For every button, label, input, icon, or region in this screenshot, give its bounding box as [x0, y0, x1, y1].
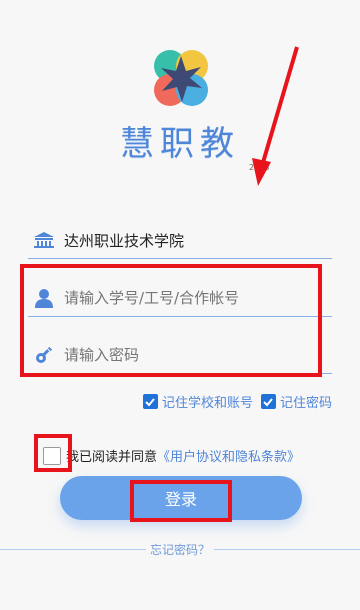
remember-password-checkbox[interactable] — [260, 394, 276, 409]
version-label: 2.0.8 — [249, 163, 270, 172]
forgot-password-row: 忘记密码？ — [0, 541, 360, 558]
forgot-password-link[interactable]: 忘记密码？ — [145, 543, 214, 557]
agreement-link[interactable]: 《用户协议和隐私条款》 — [157, 446, 300, 465]
school-name: 达州职业技术学院 — [64, 231, 185, 250]
username-input[interactable] — [64, 289, 314, 307]
checkmark-icon — [263, 397, 274, 406]
school-building-icon — [32, 228, 56, 252]
agreement-text: 我已阅读并同意 — [66, 450, 158, 465]
password-row[interactable] — [28, 337, 332, 374]
username-row[interactable] — [28, 280, 332, 317]
user-icon — [32, 286, 56, 310]
key-icon — [32, 343, 56, 367]
agreement-row: 我已阅读并同意 《用户协议和隐私条款》 — [43, 446, 300, 465]
password-input[interactable] — [64, 346, 314, 364]
remember-school-checkbox[interactable] — [142, 394, 158, 409]
remember-options: 记住学校和账号 记住密码 — [142, 392, 332, 411]
app-title: 慧职教 — [120, 124, 240, 164]
remember-school-label[interactable]: 记住学校和账号 — [162, 392, 253, 411]
school-row[interactable]: 达州职业技术学院 — [28, 222, 332, 259]
app-logo — [154, 50, 208, 106]
checkmark-icon — [145, 397, 156, 406]
login-button[interactable]: 登录 — [60, 476, 302, 520]
login-button-label: 登录 — [164, 490, 197, 509]
remember-password-label[interactable]: 记住密码 — [280, 392, 332, 411]
agreement-checkbox[interactable] — [43, 446, 61, 465]
